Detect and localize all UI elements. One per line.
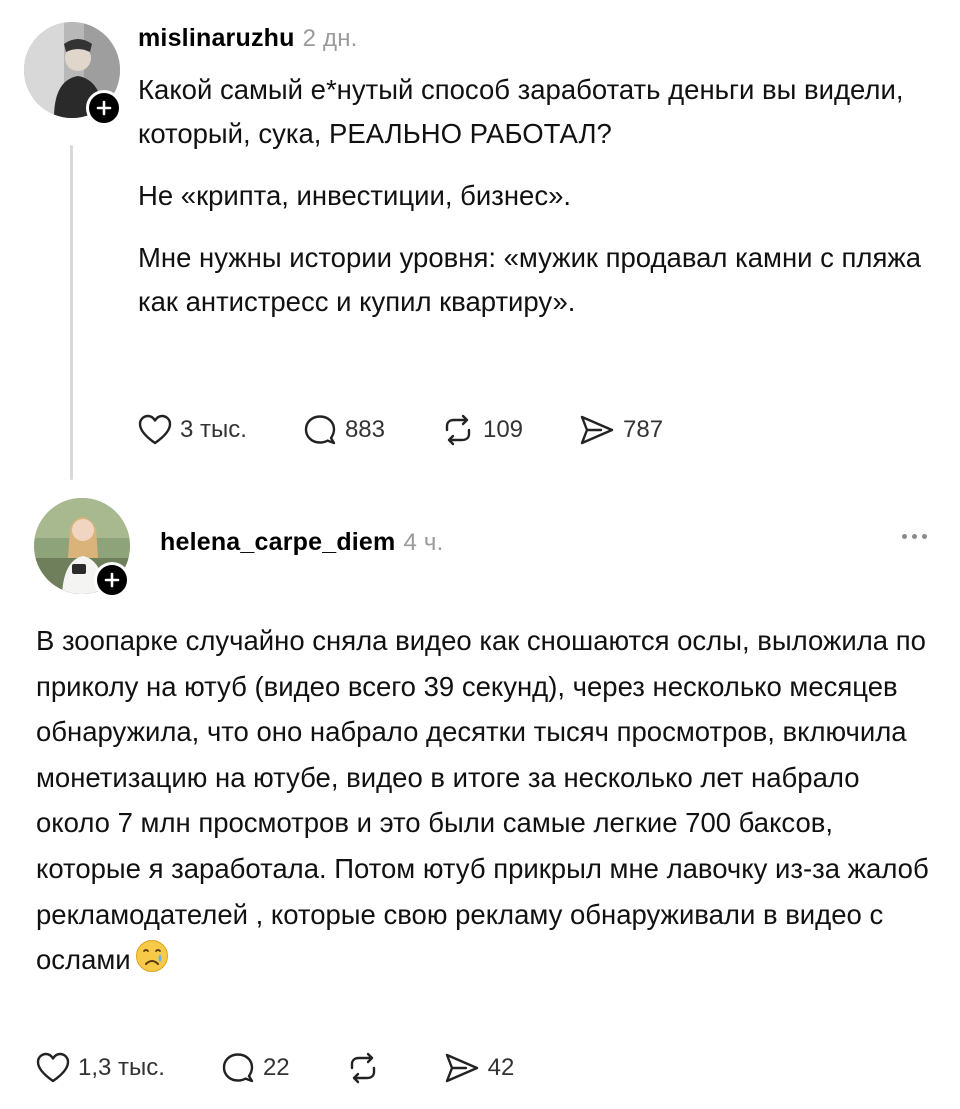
like-count: 1,3 тыс.	[78, 1054, 165, 1081]
like-count: 3 тыс.	[180, 416, 247, 443]
post-paragraph: Не «крипта, инвестиции, бизнес».	[138, 180, 572, 211]
share-button[interactable]: 42	[444, 1052, 515, 1084]
like-button[interactable]: 3 тыс.	[138, 414, 247, 446]
post-paragraph: В зоопарке случайно сняла видео как снош…	[36, 618, 936, 987]
repost-icon	[350, 1052, 375, 1084]
comment-count: 883	[344, 416, 385, 443]
plus-icon	[96, 100, 112, 116]
timestamp: 2 дн.	[302, 25, 358, 52]
post-author[interactable]: mislinaruzhu 2 дн.	[138, 24, 358, 53]
post-actions: 1,3 тыс. 22 42	[36, 1052, 570, 1084]
post-actions: 3 тыс. 883 109 787	[138, 414, 719, 446]
post-paragraph: Мне нужны истории уровня: «мужик продава…	[138, 242, 922, 317]
comment-button[interactable]: 22	[221, 1052, 290, 1084]
repost-icon	[445, 414, 471, 446]
share-icon	[445, 1053, 478, 1083]
more-dot	[922, 534, 927, 539]
heart-icon	[138, 414, 172, 445]
share-button[interactable]: 787	[579, 414, 663, 446]
username[interactable]: mislinaruzhu	[138, 24, 295, 52]
repost-button[interactable]: 109	[441, 414, 523, 446]
more-dot	[902, 534, 907, 539]
post-body: Какой самый е*нутый способ заработать де…	[138, 68, 938, 324]
post-body: В зоопарке случайно сняла видео как снош…	[36, 618, 936, 987]
comment-count: 22	[262, 1054, 290, 1081]
thread-line	[70, 145, 73, 480]
post-paragraph-text: В зоопарке случайно сняла видео как снош…	[36, 625, 929, 976]
repost-button[interactable]	[346, 1052, 388, 1084]
crying-face-emoji	[135, 939, 169, 987]
follow-button[interactable]	[94, 562, 130, 598]
repost-count: 109	[482, 416, 524, 443]
username[interactable]: helena_carpe_diem	[160, 528, 395, 556]
comment-button[interactable]: 883	[303, 414, 385, 446]
share-icon	[580, 415, 614, 445]
comment-icon	[304, 415, 336, 445]
post-author[interactable]: helena_carpe_diem 4 ч.	[160, 528, 443, 557]
heart-icon	[36, 1052, 70, 1083]
like-button[interactable]: 1,3 тыс.	[36, 1052, 165, 1084]
plus-icon	[104, 572, 120, 588]
post-paragraph: Какой самый е*нутый способ заработать де…	[138, 74, 904, 149]
share-count: 42	[487, 1054, 515, 1081]
follow-button[interactable]	[86, 90, 122, 126]
more-icon[interactable]	[902, 534, 927, 539]
more-dot	[912, 534, 917, 539]
comment-icon	[222, 1053, 254, 1083]
share-count: 787	[623, 416, 664, 443]
timestamp: 4 ч.	[403, 529, 444, 556]
